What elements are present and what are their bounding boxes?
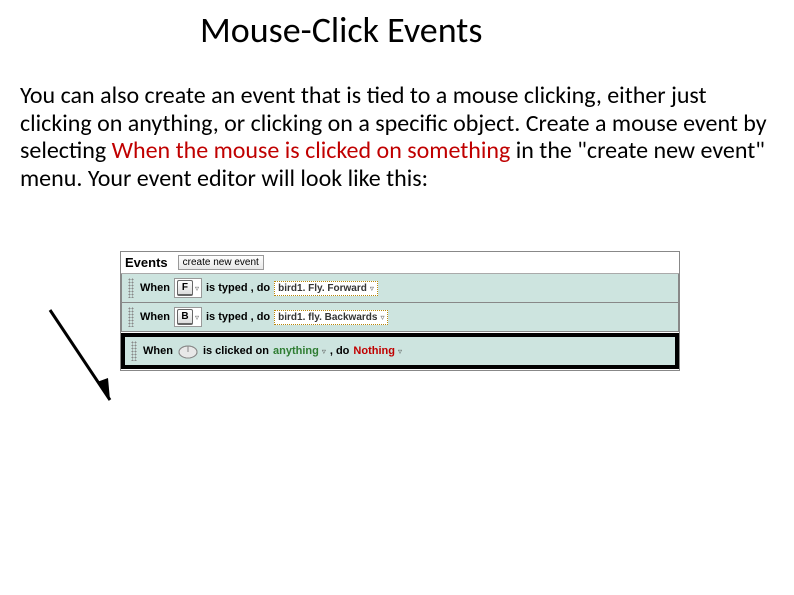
action-text: bird1. fly. Backwards (278, 312, 377, 323)
pointer-arrow (40, 300, 130, 420)
drag-grip-icon[interactable] (131, 341, 137, 361)
body-text-red: When the mouse is clicked on something (112, 136, 511, 165)
comma-do-label: , do (330, 345, 350, 357)
target-text: anything (273, 345, 319, 357)
dropdown-arrow-icon: ▿ (322, 347, 326, 356)
events-header: Events create new event (121, 252, 679, 274)
when-label: When (140, 311, 170, 323)
when-label: When (140, 282, 170, 294)
is-typed-label: is typed , do (206, 311, 270, 323)
event-row-key-b: When B ▿ is typed , do bird1. fly. Backw… (121, 303, 679, 332)
nothing-text: Nothing (353, 345, 395, 357)
keycap-b: B (177, 309, 193, 325)
key-selector-b[interactable]: B ▿ (174, 307, 202, 327)
dropdown-arrow-icon: ▿ (370, 284, 374, 293)
is-clicked-on-label: is clicked on (203, 345, 269, 357)
drag-grip-icon[interactable] (128, 307, 134, 327)
key-selector-f[interactable]: F ▿ (174, 278, 202, 298)
dropdown-arrow-icon: ▿ (195, 284, 199, 293)
create-new-event-button[interactable]: create new event (178, 255, 264, 270)
action-tile-flybackwards[interactable]: bird1. fly. Backwards ▿ (274, 310, 388, 325)
keycap-f: F (177, 280, 193, 296)
events-label: Events (125, 255, 168, 270)
dropdown-arrow-icon: ▿ (195, 313, 199, 322)
dropdown-arrow-icon: ▿ (398, 347, 402, 356)
event-row-mouse-highlighted: When is clicked on anything ▿ , do Nothi… (121, 333, 679, 369)
click-target-selector[interactable]: anything ▿ (273, 345, 326, 357)
action-tile-flyforward[interactable]: bird1. Fly. Forward ▿ (274, 281, 378, 296)
action-text: bird1. Fly. Forward (278, 283, 367, 294)
dropdown-arrow-icon: ▿ (380, 313, 384, 322)
mouse-icon (177, 343, 199, 359)
do-action-selector[interactable]: Nothing ▿ (353, 345, 402, 357)
events-editor-panel: Events create new event When F ▿ is type… (120, 251, 680, 371)
slide-title: Mouse-Click Events (0, 0, 794, 52)
event-row-key-f: When F ▿ is typed , do bird1. Fly. Forwa… (121, 274, 679, 303)
when-label: When (143, 345, 173, 357)
body-paragraph: You can also create an event that is tie… (0, 52, 794, 192)
drag-grip-icon[interactable] (128, 278, 134, 298)
is-typed-label: is typed , do (206, 282, 270, 294)
